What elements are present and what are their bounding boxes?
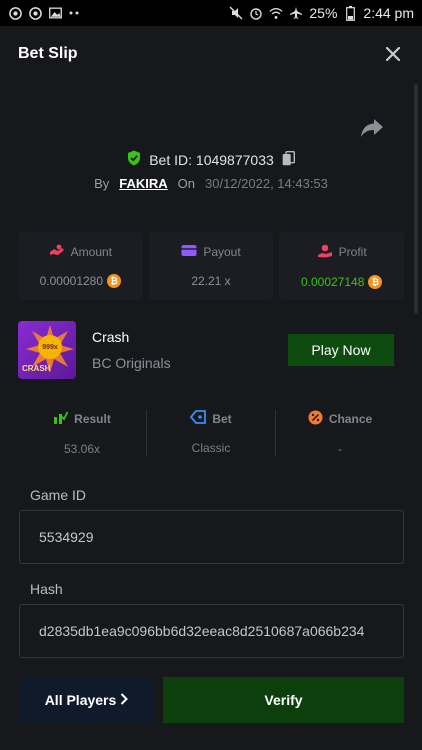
bet-id-row: Bet ID: 1049877033 bbox=[0, 150, 422, 169]
bet-type-column: Bet Classic bbox=[146, 410, 275, 456]
amount-value: 0.00001280 bbox=[39, 274, 104, 288]
scrollbar[interactable] bbox=[414, 84, 418, 314]
mute-icon bbox=[229, 6, 243, 20]
thumb-badge: 999x bbox=[38, 335, 62, 359]
all-players-label: All Players bbox=[44, 692, 117, 708]
on-label: On bbox=[177, 176, 195, 191]
all-players-button[interactable]: All Players bbox=[19, 677, 154, 723]
bet-tag-icon bbox=[190, 410, 207, 427]
system-icons: 25% 2:44 pm bbox=[229, 5, 414, 21]
percent-icon bbox=[308, 410, 323, 428]
chrome-icon bbox=[8, 6, 22, 20]
bet-slip-header: Bet Slip bbox=[0, 26, 422, 82]
bet-stats: Amount 0.00001280 ₿ Payout 22.21 x Profi… bbox=[18, 232, 405, 300]
verify-button[interactable]: Verify bbox=[163, 677, 404, 723]
result-value: 53.06x bbox=[63, 442, 101, 456]
game-card: 999x CRASH Crash BC Originals Play Now bbox=[18, 316, 404, 384]
alarm-icon bbox=[249, 6, 263, 20]
amount-icon bbox=[49, 244, 65, 260]
profit-icon bbox=[317, 244, 333, 261]
bet-id: Bet ID: 1049877033 bbox=[149, 151, 274, 168]
chance-column: Chance - bbox=[275, 410, 404, 456]
status-bar: 25% 2:44 pm bbox=[0, 0, 422, 26]
battery-percent: 25% bbox=[309, 5, 338, 21]
payout-stat: Payout 22.21 x bbox=[148, 232, 274, 300]
game-thumbnail[interactable]: 999x CRASH bbox=[18, 321, 76, 379]
game-info: Crash BC Originals bbox=[92, 329, 171, 371]
bet-datetime: 30/12/2022, 14:43:53 bbox=[205, 176, 328, 191]
share-button[interactable] bbox=[360, 118, 388, 142]
notification-icons bbox=[8, 6, 82, 20]
profit-label: Profit bbox=[338, 245, 367, 259]
btc-coin-icon: ₿ bbox=[107, 274, 122, 288]
result-label: Result bbox=[74, 412, 111, 426]
game-provider: BC Originals bbox=[92, 355, 171, 371]
result-column: Result 53.06x bbox=[18, 410, 146, 456]
play-now-button[interactable]: Play Now bbox=[288, 334, 394, 366]
payout-value: 22.21 x bbox=[191, 274, 231, 288]
profit-value: 0.00027148 bbox=[300, 274, 365, 289]
bet-author-row: By FAKIRA On 30/12/2022, 14:43:53 bbox=[0, 176, 422, 191]
verified-shield-icon bbox=[127, 150, 141, 169]
thumb-title: CRASH bbox=[22, 364, 51, 373]
battery-icon bbox=[343, 5, 357, 21]
chrome-icon bbox=[28, 6, 42, 20]
user-link[interactable]: FAKIRA bbox=[119, 176, 167, 191]
bet-slip-panel: Bet Slip Bet ID: 1049877033 By FAKIRA On… bbox=[0, 26, 422, 750]
share-icon bbox=[361, 119, 383, 137]
bet-meta: Result 53.06x Bet Classic Chance - bbox=[18, 410, 404, 456]
hash-label: Hash bbox=[30, 581, 63, 597]
game-name: Crash bbox=[92, 329, 130, 345]
clock: 2:44 pm bbox=[363, 5, 414, 21]
copy-button[interactable] bbox=[282, 150, 295, 169]
by-label: By bbox=[94, 176, 110, 191]
payout-label: Payout bbox=[203, 245, 241, 259]
more-dots-icon bbox=[68, 6, 82, 20]
result-icon bbox=[53, 410, 69, 428]
bet-type-value: Classic bbox=[191, 441, 231, 455]
wifi-icon bbox=[269, 6, 283, 20]
payout-icon bbox=[181, 244, 197, 260]
close-icon bbox=[386, 47, 400, 61]
chevron-right-icon bbox=[120, 692, 129, 708]
bet-type-label: Bet bbox=[212, 411, 232, 426]
close-button[interactable] bbox=[382, 43, 404, 65]
amount-stat: Amount 0.00001280 ₿ bbox=[18, 232, 143, 300]
game-id-field[interactable]: 5534929 bbox=[19, 510, 404, 564]
game-id-label: Game ID bbox=[30, 487, 87, 503]
amount-label: Amount bbox=[70, 245, 113, 259]
profit-stat: Profit 0.00027148 ₿ bbox=[279, 232, 405, 300]
airplane-icon bbox=[289, 6, 303, 20]
page-title: Bet Slip bbox=[18, 45, 78, 62]
hash-field[interactable]: d2835db1ea9c096bb6d32eeac8d2510687a066b2… bbox=[19, 604, 404, 658]
image-icon bbox=[48, 6, 62, 20]
chance-value: - bbox=[338, 442, 342, 456]
chance-label: Chance bbox=[328, 412, 373, 426]
copy-icon bbox=[282, 150, 295, 165]
btc-coin-icon: ₿ bbox=[368, 274, 383, 289]
